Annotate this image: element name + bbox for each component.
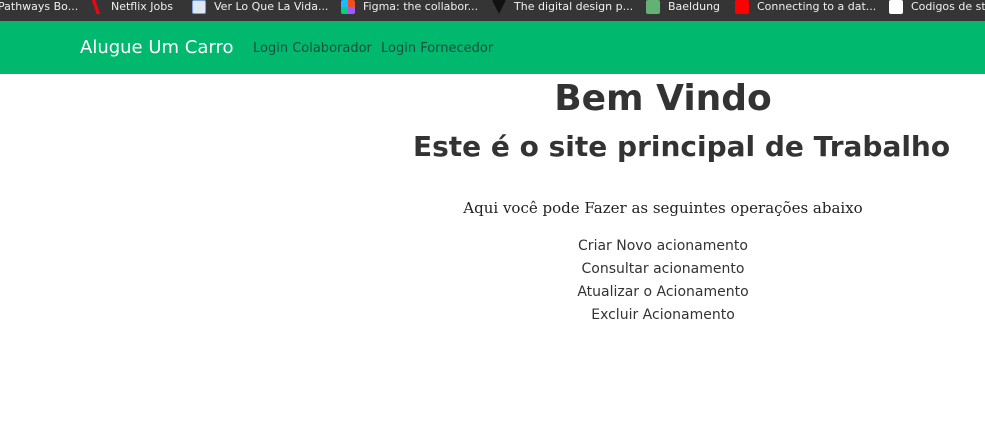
bookmarks-bar: Pathways Bo... Netflix Jobs Ver Lo Que L…	[0, 0, 985, 21]
bookmark-label: Codigos de st	[911, 0, 985, 13]
image-icon	[192, 0, 206, 14]
bookmark-connecting[interactable]: Connecting to a dat...	[735, 0, 876, 14]
consult-operation-link[interactable]: Consultar acionamento	[413, 260, 913, 283]
bookmark-digital-design[interactable]: The digital design p...	[492, 0, 633, 14]
page-title: Bem Vindo	[554, 78, 772, 119]
bookmark-netflix-jobs[interactable]: Netflix Jobs	[89, 0, 173, 14]
login-fornecedor-link[interactable]: Login Fornecedor	[381, 41, 493, 56]
bookmark-baeldung[interactable]: Baeldung	[646, 0, 720, 14]
intro-text: Aqui você pode Fazer as seguintes operaç…	[463, 199, 863, 217]
page-subtitle: Este é o site principal de Trabalho	[413, 130, 951, 163]
bookmark-figma[interactable]: Figma: the collabor...	[341, 0, 478, 14]
delete-operation-link[interactable]: Excluir Acionamento	[413, 306, 913, 329]
bookmark-label: Baeldung	[668, 0, 721, 13]
bookmark-ver-lo-que[interactable]: Ver Lo Que La Vida...	[192, 0, 328, 14]
brand-link[interactable]: Alugue Um Carro	[80, 37, 233, 58]
bookmark-label: Netflix Jobs	[111, 0, 173, 13]
operations-list: Criar Novo acionamento Consultar acionam…	[413, 237, 913, 329]
figma-icon	[341, 0, 355, 14]
leaf-icon	[646, 0, 660, 14]
triangle-icon	[492, 0, 506, 14]
navbar: Alugue Um Carro Login Colaborador Login …	[0, 21, 985, 74]
bookmark-label: The digital design p...	[514, 0, 634, 13]
bookmark-pathways[interactable]: Pathways Bo...	[0, 0, 78, 14]
create-operation-link[interactable]: Criar Novo acionamento	[413, 237, 913, 260]
bookmark-label: Ver Lo Que La Vida...	[214, 0, 329, 13]
bookmark-label: Pathways Bo...	[0, 0, 79, 13]
bookmark-label: Connecting to a dat...	[757, 0, 877, 13]
login-colaborador-link[interactable]: Login Colaborador	[253, 41, 372, 56]
youtube-icon	[735, 0, 749, 14]
bookmark-label: Figma: the collabor...	[363, 0, 479, 13]
netflix-icon	[91, 0, 101, 14]
page-icon	[889, 0, 903, 14]
update-operation-link[interactable]: Atualizar o Acionamento	[413, 283, 913, 306]
bookmark-codigos[interactable]: Codigos de st	[889, 0, 985, 14]
